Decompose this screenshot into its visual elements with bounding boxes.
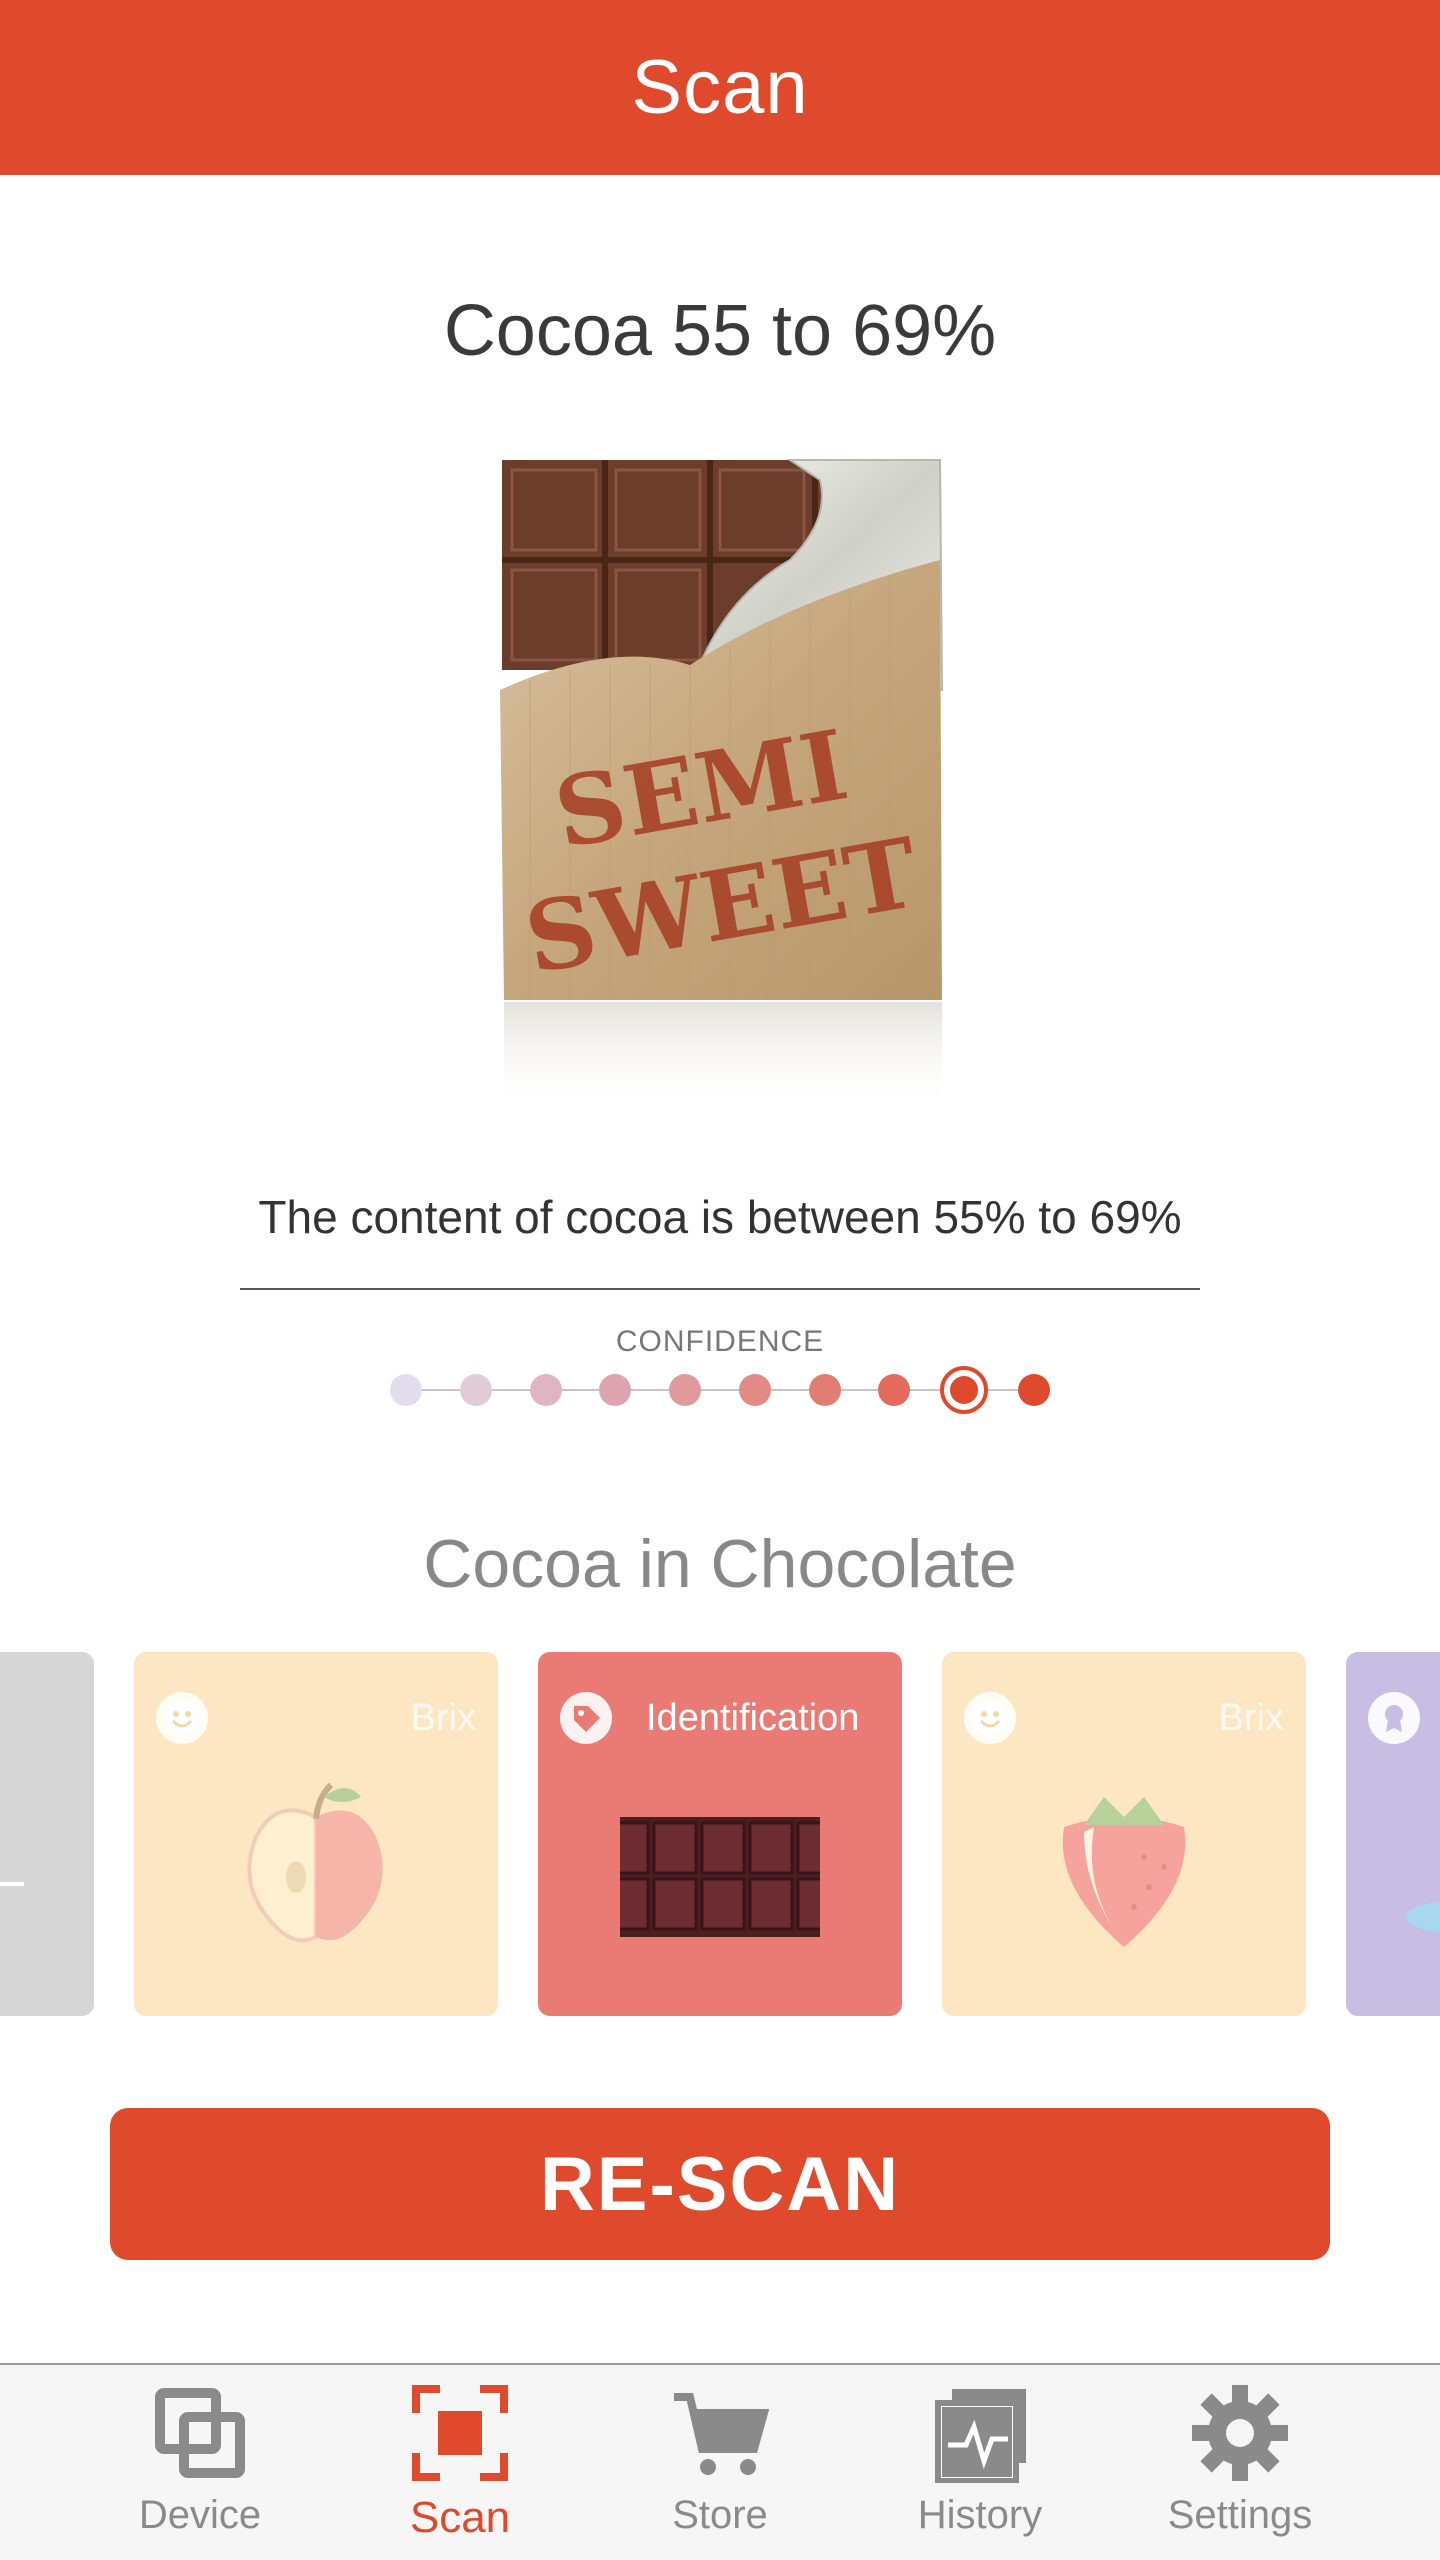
app-bar-title: Scan (631, 45, 809, 130)
nav-label: Device (138, 2493, 262, 2537)
nav-item-scan[interactable]: Scan (330, 2365, 590, 2560)
nav-label: Settings (1167, 2493, 1313, 2537)
section-title: Cocoa in Chocolate (423, 1526, 1017, 1602)
confidence-dot (599, 1374, 632, 1406)
confidence-dot (669, 1374, 702, 1406)
nav-label: Scan (409, 2493, 511, 2542)
confidence-dot (940, 1366, 989, 1414)
disc-shape (1406, 1902, 1440, 1932)
smiley-icon (156, 1692, 208, 1744)
divider (240, 1288, 1200, 1290)
strawberry-icon (1062, 1797, 1186, 1947)
confidence-dot (1018, 1374, 1050, 1406)
chocolate-bar-icon (620, 1817, 820, 1937)
confidence-scale (380, 1360, 1060, 1420)
scan-icon (412, 2385, 508, 2481)
nav-item-device[interactable]: Device (70, 2365, 330, 2560)
nav-item-store[interactable]: Store (590, 2365, 850, 2560)
result-title: Cocoa 55 to 69% (443, 291, 997, 371)
gear-icon (1192, 2385, 1288, 2481)
card-label: Identification (646, 1697, 860, 1739)
cart-icon (674, 2393, 770, 2475)
card-label: Brix (410, 1697, 476, 1739)
tag-icon (560, 1692, 612, 1744)
card-label: Brix (1218, 1697, 1284, 1739)
confidence-label: CONFIDENCE (615, 1325, 825, 1358)
confidence-dot (459, 1374, 492, 1406)
confidence-dot (390, 1374, 422, 1406)
nav-label: Store (672, 2493, 768, 2537)
smiley-icon (964, 1692, 1016, 1744)
result-description: The content of cocoa is between 55% to 6… (258, 1191, 1182, 1243)
confidence-dot (808, 1374, 841, 1406)
apple-icon (247, 1782, 383, 1943)
dash-icon (0, 1882, 24, 1886)
app-bar: Scan (0, 0, 1440, 175)
nav-item-history[interactable]: History (850, 2365, 1110, 2560)
carousel-card-brix-strawberry[interactable]: Brix (942, 1652, 1306, 2016)
bottom-nav: Device Scan Store History Settings (0, 2363, 1440, 2560)
history-icon (935, 2389, 1026, 2483)
carousel-card[interactable] (0, 1652, 94, 2016)
chocolate-bar-image: SEMI SWEET (500, 459, 944, 1112)
carousel-card[interactable] (1346, 1652, 1440, 2016)
confidence-dot (738, 1374, 771, 1406)
category-carousel[interactable]: Brix Identification Brix (0, 1652, 1440, 2016)
confidence-dot (878, 1374, 911, 1406)
carousel-card-identification[interactable]: Identification (538, 1652, 902, 2016)
rescan-button[interactable]: RE-SCAN (110, 2108, 1330, 2260)
carousel-card-brix-apple[interactable]: Brix (134, 1652, 498, 2016)
confidence-dot (529, 1374, 562, 1406)
nav-label: History (917, 2493, 1043, 2537)
nav-item-settings[interactable]: Settings (1110, 2365, 1370, 2560)
award-icon (1368, 1692, 1420, 1744)
device-icon (155, 2388, 245, 2478)
